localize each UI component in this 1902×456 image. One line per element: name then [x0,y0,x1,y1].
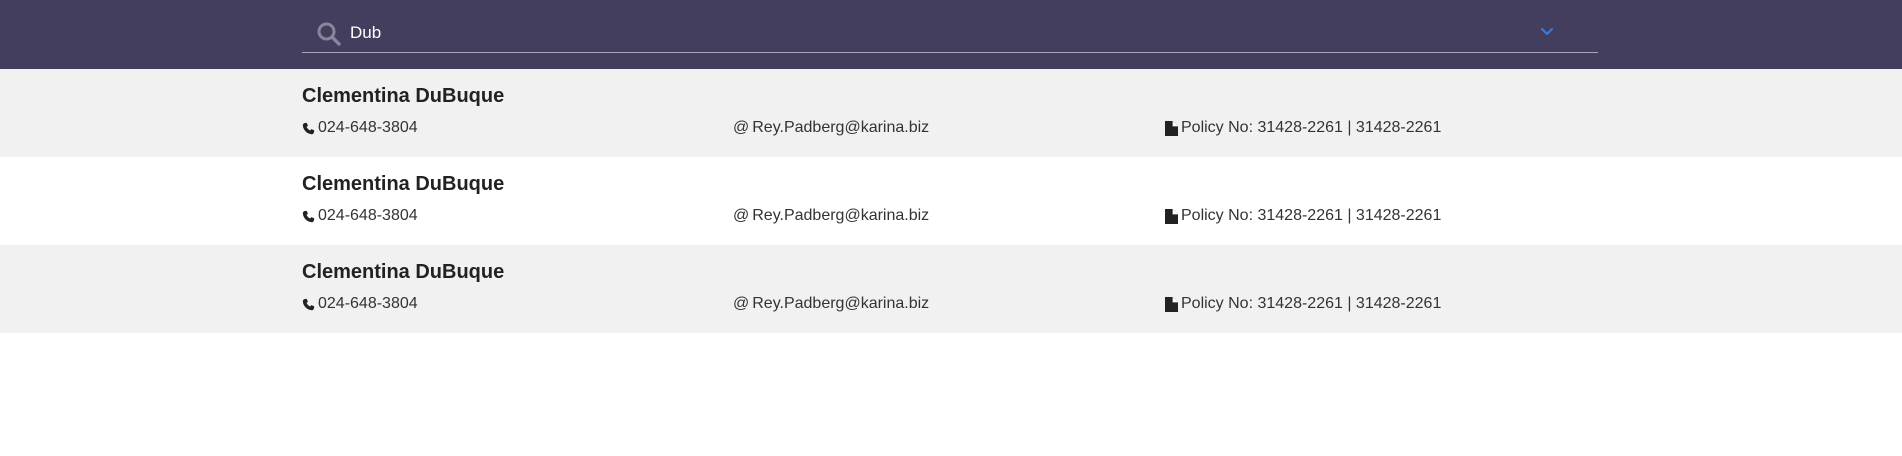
at-icon: @ [733,295,750,312]
policy-number: Policy No: 31428-2261 | 31428-2261 [1181,119,1442,136]
policy-number: Policy No: 31428-2261 | 31428-2261 [1181,207,1442,224]
contact-name: Clementina DuBuque [302,85,505,107]
document-icon [1165,208,1178,224]
phone-icon [302,210,315,223]
policy-field: Policy No: 31428-2261 | 31428-2261 [1165,207,1441,225]
email-field: @ Rey.Padberg@karina.biz [733,295,929,313]
email-field: @ Rey.Padberg@karina.biz [733,119,929,137]
phone-field: 024-648-3804 [302,119,418,137]
email-address: Rey.Padberg@karina.biz [752,295,930,312]
document-icon [1165,296,1178,312]
result-item[interactable]: Clementina DuBuque 024-648-3804 @ Rey.Pa… [0,245,1902,333]
contact-name: Clementina DuBuque [302,173,505,195]
email-field: @ Rey.Padberg@karina.biz [733,207,929,225]
search-bar [302,16,1598,53]
phone-number: 024-648-3804 [318,119,418,136]
policy-field: Policy No: 31428-2261 | 31428-2261 [1165,295,1441,313]
at-icon: @ [733,119,750,136]
result-item[interactable]: Clementina DuBuque 024-648-3804 @ Rey.Pa… [0,69,1902,157]
search-header [0,0,1902,69]
contact-name: Clementina DuBuque [302,261,505,283]
phone-field: 024-648-3804 [302,207,418,225]
search-input[interactable] [350,19,1500,47]
results-list: Clementina DuBuque 024-648-3804 @ Rey.Pa… [0,69,1902,333]
chevron-down-icon[interactable] [1540,25,1554,39]
result-item[interactable]: Clementina DuBuque 024-648-3804 @ Rey.Pa… [0,157,1902,245]
policy-number: Policy No: 31428-2261 | 31428-2261 [1181,295,1442,312]
email-address: Rey.Padberg@karina.biz [752,207,930,224]
document-icon [1165,120,1178,136]
search-icon[interactable] [316,21,342,47]
email-address: Rey.Padberg@karina.biz [752,119,930,136]
phone-field: 024-648-3804 [302,295,418,313]
phone-number: 024-648-3804 [318,207,418,224]
phone-number: 024-648-3804 [318,295,418,312]
policy-field: Policy No: 31428-2261 | 31428-2261 [1165,119,1441,137]
phone-icon [302,122,315,135]
phone-icon [302,298,315,311]
at-icon: @ [733,207,750,224]
